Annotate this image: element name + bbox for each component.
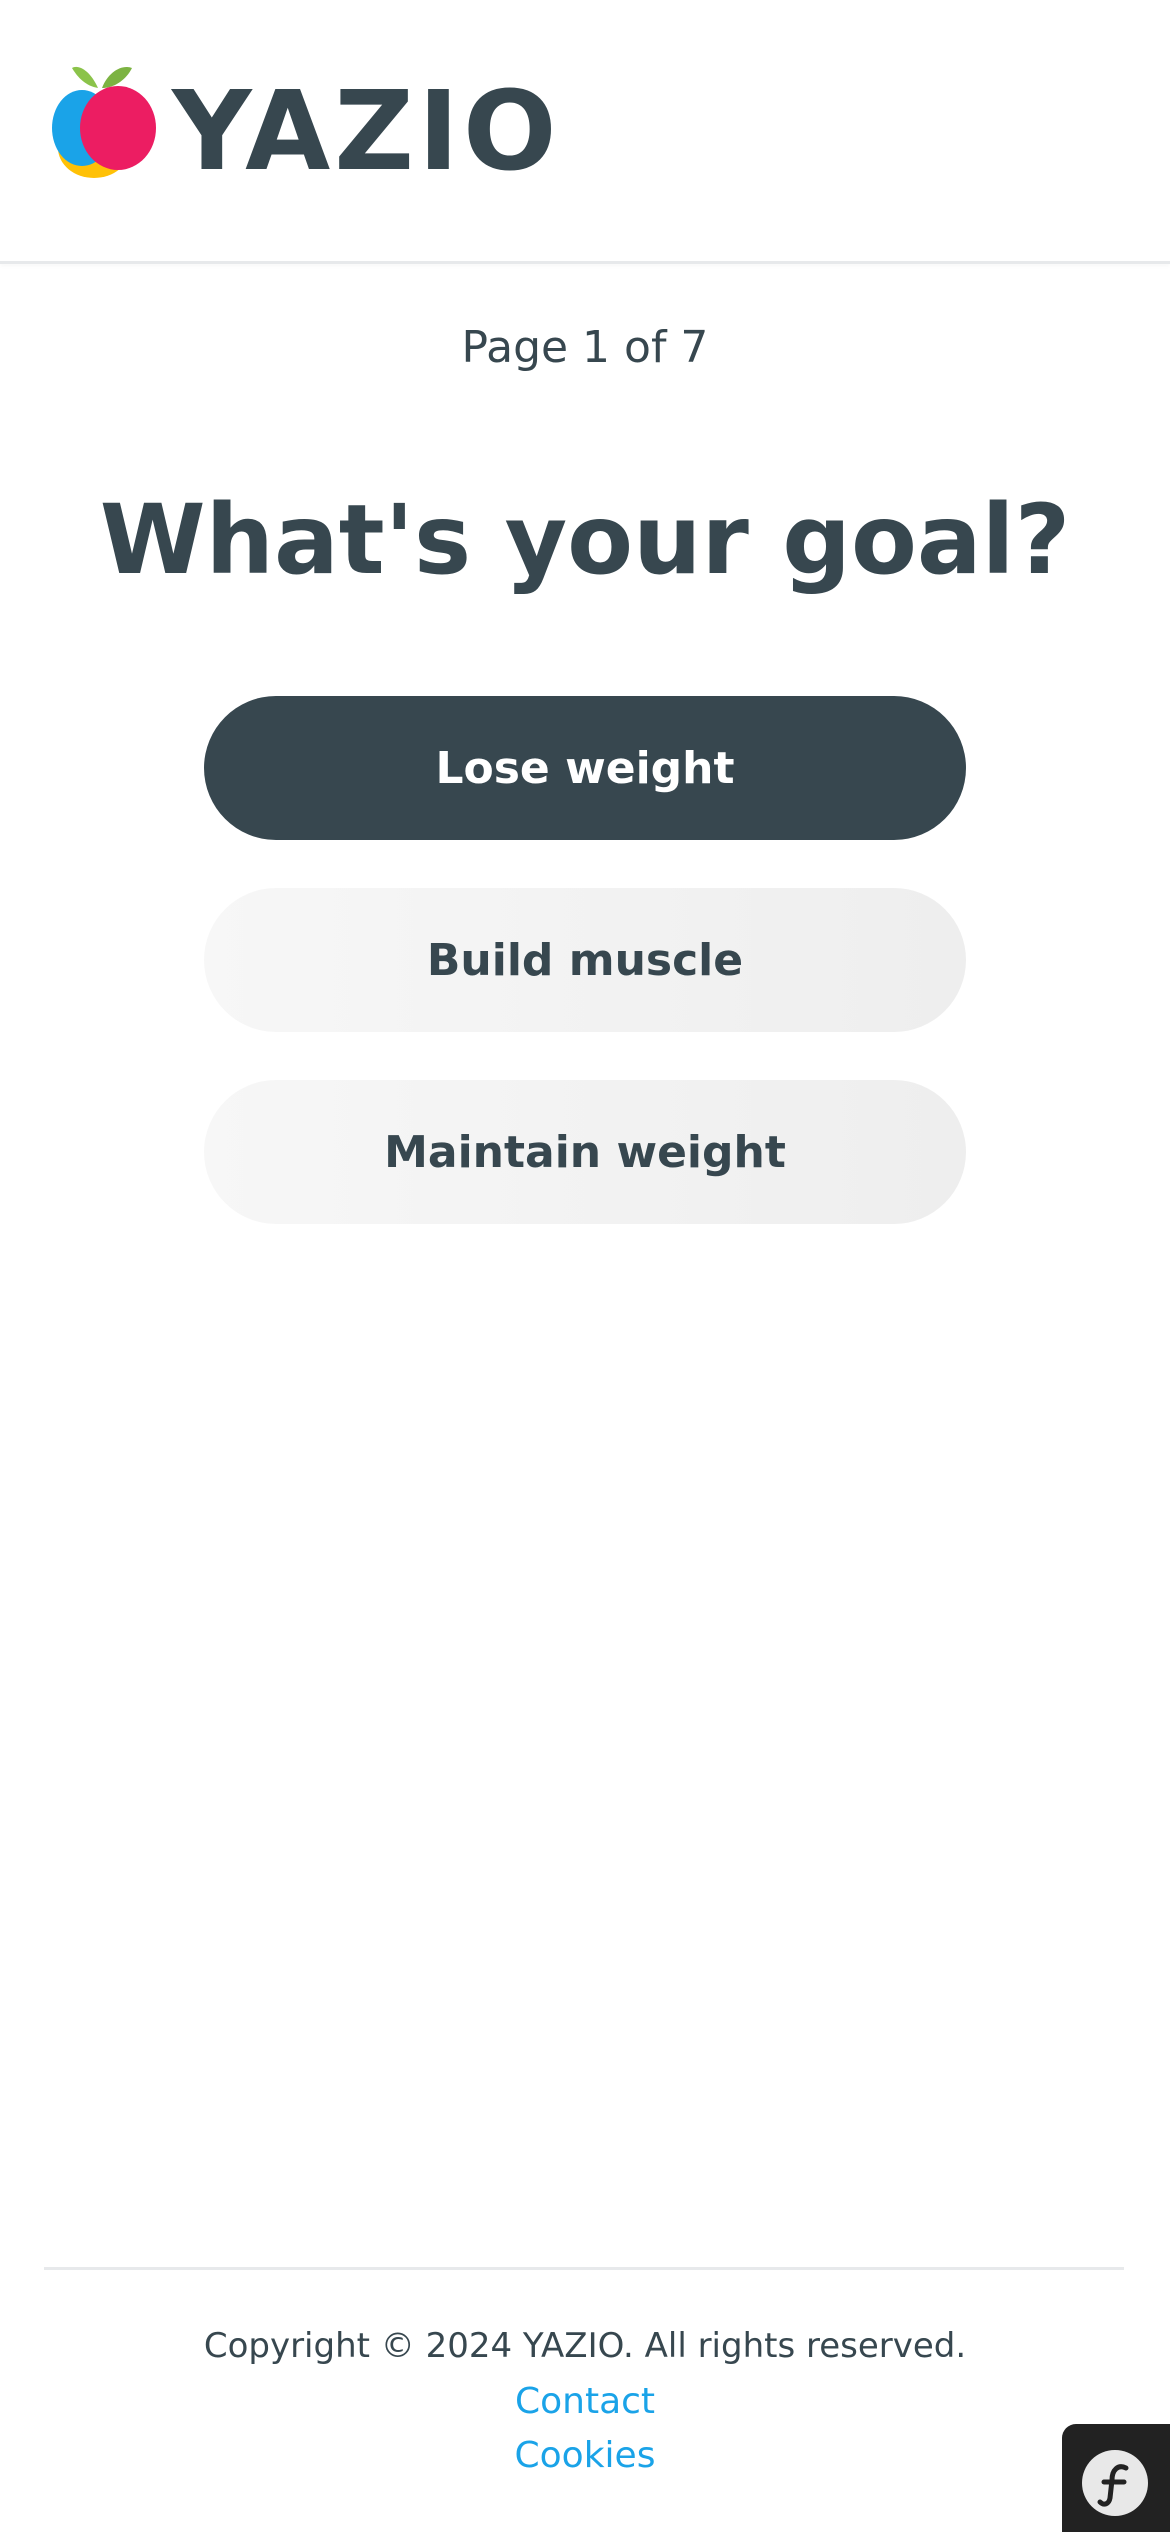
option-maintain-weight-button[interactable]: Maintain weight — [204, 1080, 966, 1224]
cookies-link[interactable]: Cookies — [0, 2428, 1170, 2484]
brand-name: YAZIO — [172, 67, 561, 195]
copyright-text: Copyright © 2024 YAZIO. All rights reser… — [203, 2326, 967, 2366]
app-header: YAZIO — [0, 0, 1170, 264]
apple-logo-icon[interactable] — [50, 58, 160, 178]
contact-link[interactable]: Contact — [0, 2374, 1170, 2430]
page-title: What's your goal? — [99, 484, 1071, 596]
symfony-icon — [1082, 2450, 1148, 2516]
footer-divider — [44, 2267, 1124, 2270]
option-build-muscle-button[interactable]: Build muscle — [204, 888, 966, 1032]
debug-toolbar-toggle[interactable] — [1062, 2424, 1170, 2532]
page-indicator: Page 1 of 7 — [461, 322, 709, 373]
option-lose-weight-button[interactable]: Lose weight — [204, 696, 966, 840]
